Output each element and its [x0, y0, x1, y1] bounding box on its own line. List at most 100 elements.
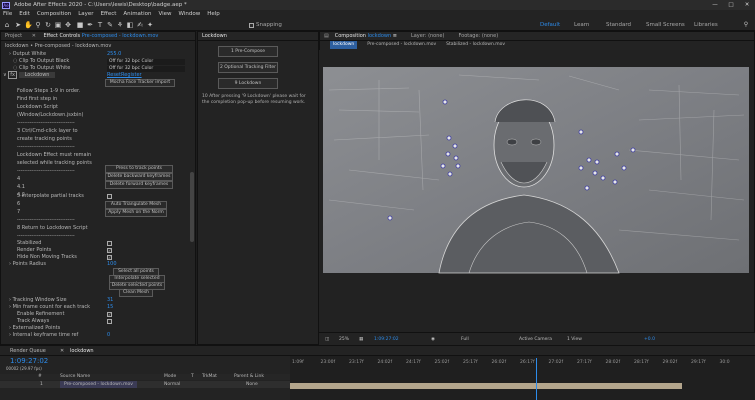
zoom-dropdown[interactable]: 25% [339, 335, 349, 344]
tab-effect-controls-layer: Pre-composed - lockdown.mov [81, 33, 159, 39]
exposure-value[interactable]: +0.0 [644, 335, 655, 344]
tracking-window-value[interactable]: 31 [107, 297, 113, 304]
menu-file[interactable]: File [3, 10, 12, 19]
menu-edit[interactable]: Edit [19, 10, 30, 19]
pre-compose-button[interactable]: 1 Pre-Compose [218, 46, 278, 57]
type-tool-icon[interactable]: T [96, 21, 104, 29]
crumb-precomposed[interactable]: Pre-composed - lockdown.mov [367, 41, 436, 49]
workspace-small-screens[interactable]: Small Screens [646, 19, 685, 31]
mocha-import-button[interactable]: Mocha Face Tracker import [105, 79, 175, 87]
internal-kf-value[interactable]: 0 [107, 332, 110, 339]
roto-brush-tool-icon[interactable]: ✍ [136, 21, 144, 29]
track-points-button[interactable]: Press to track points [105, 164, 173, 173]
home-icon[interactable]: ⌂ [3, 21, 11, 29]
apply-mesh-button[interactable]: Apply Mesh on the Norm [105, 208, 167, 217]
clip-black-dropdown[interactable]: Off for 32 bpc Color [107, 58, 185, 65]
tracking-window-label: Tracking Window Size [12, 297, 67, 303]
pen-tool-icon[interactable]: ✒ [86, 21, 94, 29]
lockdown-button[interactable]: 9 Lockdown [218, 78, 278, 89]
timeline-tick-label: 28:02f [605, 360, 621, 365]
workspace-learn[interactable]: Learn [574, 19, 589, 31]
puppet-pin-tool-icon[interactable]: ✦ [146, 21, 154, 29]
workspace-standard[interactable]: Standard [606, 19, 631, 31]
layer-name[interactable]: Pre-composed - lockdown.mov [60, 381, 137, 388]
menu-layer[interactable]: Layer [78, 10, 93, 19]
snapshot-icon[interactable]: ◉ [431, 335, 435, 344]
menu-view[interactable]: View [158, 10, 171, 19]
pan-behind-tool-icon[interactable]: ✥ [64, 21, 72, 29]
selection-tool-icon[interactable]: ➤ [14, 21, 22, 29]
snapping-checkbox[interactable] [249, 23, 254, 28]
delete-backward-button[interactable]: Delete backward keyframes [105, 172, 173, 181]
timeline-tabs: Render Queue ✕ lockdown [0, 345, 755, 356]
close-icon[interactable]: ✕ [60, 348, 64, 354]
layer-mode[interactable]: Normal [164, 381, 180, 388]
playhead[interactable] [536, 358, 538, 400]
menu-effect[interactable]: Effect [101, 10, 117, 19]
close-icon[interactable]: ✕ [739, 0, 755, 10]
region-icon[interactable]: ▦ [359, 335, 363, 344]
menu-composition[interactable]: Composition [37, 10, 71, 19]
quality-dropdown[interactable]: Full [461, 335, 469, 344]
menu-help[interactable]: Help [207, 10, 220, 19]
composition-viewer[interactable] [319, 50, 754, 332]
menu-window[interactable]: Window [179, 10, 201, 19]
tab-effect-controls[interactable]: Effect Controls Pre-composed - lockdown.… [44, 33, 159, 39]
delete-forward-button[interactable]: Delete forward keyframes [105, 180, 173, 189]
lockdown-note: 10 After pressing '9 Lockdown' please wa… [202, 94, 306, 105]
workspace-default[interactable]: Default [540, 19, 560, 31]
brush-tool-icon[interactable]: ✎ [106, 21, 114, 29]
fx-lockdown-name[interactable]: Lockdown [18, 72, 56, 78]
clean-mesh-button[interactable]: Clean Mesh [119, 289, 153, 297]
layer-parent[interactable]: None [246, 381, 258, 388]
tab-layer[interactable]: Layer: (none) [411, 32, 445, 40]
reset-link[interactable]: Reset [107, 72, 121, 79]
crumb-lockdown[interactable]: lockdown [330, 41, 358, 49]
track-always-checkbox[interactable] [107, 319, 112, 324]
hide-nonmoving-checkbox[interactable]: ✓ [107, 255, 112, 260]
maximize-icon[interactable]: □ [723, 0, 739, 10]
camera-tool-icon[interactable]: ▣ [54, 21, 62, 29]
register-link[interactable]: Register [121, 72, 142, 79]
divider-text: -------------------------------- [17, 120, 75, 126]
scrollbar[interactable] [190, 172, 194, 242]
timeline-timecode[interactable]: 1:09:27:02 [10, 357, 48, 365]
tab-footage[interactable]: Footage: (none) [458, 32, 498, 40]
interpolate-checkbox[interactable] [107, 194, 112, 199]
points-radius-value[interactable]: 100 [107, 261, 117, 268]
views-dropdown[interactable]: 1 View [567, 335, 582, 344]
tab-project[interactable]: Project [5, 33, 22, 39]
timeline-tick-label: 25:02f [434, 360, 450, 365]
auto-triangulate-button[interactable]: Auto Triangulate Mesh [105, 200, 167, 209]
current-time[interactable]: 1:09:27:02 [374, 335, 399, 344]
menu-animation[interactable]: Animation [123, 10, 151, 19]
always-preview-icon[interactable]: ◫ [325, 335, 329, 344]
rotate-tool-icon[interactable]: ↻ [44, 21, 52, 29]
render-points-checkbox[interactable]: ✓ [107, 248, 112, 253]
layer-bar[interactable] [290, 383, 682, 389]
camera-dropdown[interactable]: Active Camera [519, 335, 552, 344]
crumb-stabilized[interactable]: Stabilized - lockdown.mov [446, 41, 505, 49]
layer-row[interactable]: 1 Pre-composed - lockdown.mov Normal Non… [0, 381, 290, 388]
zoom-tool-icon[interactable]: ⚲ [34, 21, 42, 29]
tracking-filter-button[interactable]: 2 Optional Tracking Filter [218, 62, 278, 73]
min-frame-value[interactable]: 15 [107, 304, 113, 311]
tab-timeline-lockdown[interactable]: lockdown [70, 348, 94, 354]
lockdown-panel-title[interactable]: Lockdown [202, 33, 227, 39]
clip-white-dropdown[interactable]: Off for 32 bpc Color [107, 65, 185, 72]
timeline-tick-label: 24:17f [406, 360, 421, 365]
enable-refinement-checkbox[interactable]: ✓ [107, 312, 112, 317]
workspace-libraries[interactable]: Libraries [694, 19, 718, 31]
stabilized-checkbox[interactable] [107, 241, 112, 246]
tab-render-queue[interactable]: Render Queue [10, 348, 46, 354]
tab-composition[interactable]: Composition lockdown ≡ [335, 32, 397, 40]
clone-stamp-tool-icon[interactable]: ⚘ [116, 21, 124, 29]
rectangle-tool-icon[interactable]: ■ [76, 21, 84, 29]
search-icon[interactable]: ⚲ [742, 21, 750, 29]
eraser-tool-icon[interactable]: ◧ [126, 21, 134, 29]
minimize-icon[interactable]: — [707, 0, 723, 10]
output-white-value[interactable]: 255.0 [107, 51, 121, 58]
hand-tool-icon[interactable]: ✋ [24, 21, 33, 29]
close-icon[interactable]: ✕ [32, 33, 36, 39]
lock-icon[interactable]: ▤ [324, 32, 329, 40]
